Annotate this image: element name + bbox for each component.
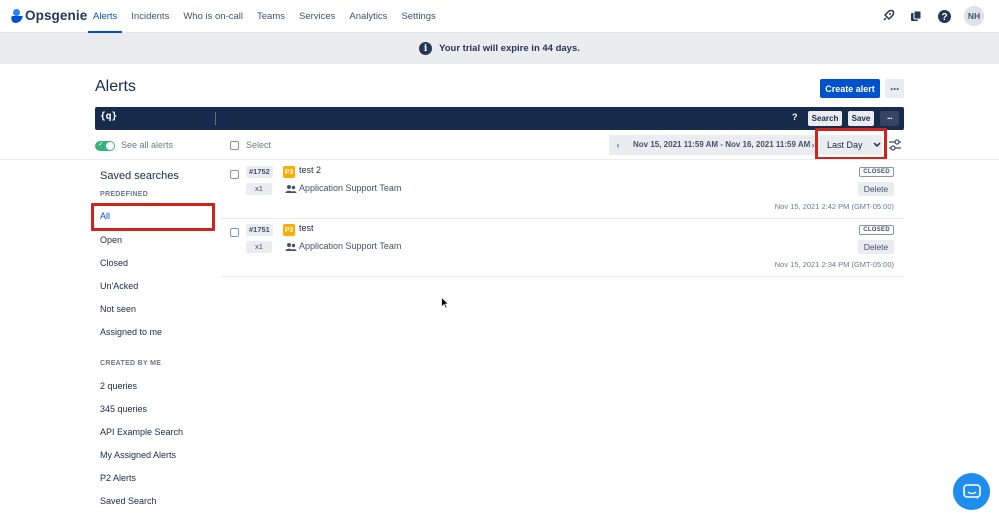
nav-links: Alerts Incidents Who is on-call Teams Se… — [88, 0, 445, 33]
trial-banner: i Your trial will expire in 44 days. — [0, 33, 999, 64]
alert-count: x1 — [246, 241, 272, 253]
alert-team: Application Support Team — [299, 183, 402, 193]
top-nav: Opsgenie Alerts Incidents Who is on-call… — [0, 0, 999, 33]
team-icon — [285, 243, 297, 251]
status-badge: CLOSED — [859, 225, 894, 235]
alert-checkbox[interactable] — [230, 228, 239, 237]
saved-search-p2-alerts[interactable]: P2 Alerts — [100, 473, 136, 483]
rocket-icon[interactable] — [878, 6, 898, 26]
query-icon: {q} — [100, 111, 118, 122]
nav-icons: ? NH — [878, 6, 984, 26]
nav-alerts[interactable]: Alerts — [88, 0, 123, 33]
status-badge: CLOSED — [859, 167, 894, 177]
check-icon: ✓ — [98, 141, 104, 148]
divider — [0, 159, 999, 160]
svg-text:?: ? — [941, 12, 947, 23]
saved-search-2-queries[interactable]: 2 queries — [100, 381, 137, 391]
app-name: Opsgenie — [25, 8, 88, 23]
date-range-text: Nov 15, 2021 11:59 AM - Nov 16, 2021 11:… — [633, 140, 811, 149]
saved-search-closed[interactable]: Closed — [100, 258, 128, 268]
page-title: Alerts — [95, 78, 136, 95]
create-alert-button[interactable]: Create alert — [820, 79, 880, 98]
see-all-alerts-toggle[interactable]: ✓ — [95, 141, 115, 151]
search-cursor — [215, 112, 216, 125]
alert-checkbox[interactable] — [230, 170, 239, 179]
avatar[interactable]: NH — [964, 6, 984, 26]
saved-searches-title: Saved searches — [100, 170, 179, 182]
date-range-picker[interactable]: ‹ Nov 15, 2021 11:59 AM - Nov 16, 2021 1… — [609, 135, 821, 155]
alert-id[interactable]: #1752 — [246, 166, 273, 178]
saved-search-assigned-to-me[interactable]: Assigned to me — [100, 327, 162, 337]
delete-button[interactable]: Delete — [858, 240, 894, 254]
alert-team: Application Support Team — [299, 241, 402, 251]
alert-time: Nov 15, 2021 2:42 PM (GMT-05:00) — [774, 202, 894, 211]
filter-settings-icon[interactable] — [886, 135, 904, 155]
alert-search-bar[interactable]: {q} ? Search Save ··· — [95, 107, 904, 130]
saved-search-api-example[interactable]: API Example Search — [100, 427, 183, 437]
chat-icon[interactable] — [953, 473, 990, 510]
saved-search-unacked[interactable]: Un'Acked — [100, 281, 138, 291]
nav-who-is-on-call[interactable]: Who is on-call — [178, 0, 248, 33]
nav-settings[interactable]: Settings — [396, 0, 440, 33]
search-button[interactable]: Search — [808, 111, 842, 126]
opsgenie-logo-icon — [10, 8, 23, 23]
banner-text: Your trial will expire in 44 days. — [439, 43, 580, 54]
nav-teams[interactable]: Teams — [252, 0, 290, 33]
nav-analytics[interactable]: Analytics — [344, 0, 392, 33]
search-more-button[interactable]: ··· — [880, 111, 899, 126]
more-actions-button[interactable]: ··· — [885, 79, 904, 98]
saved-search-my-assigned[interactable]: My Assigned Alerts — [100, 450, 176, 460]
saved-search-saved-search[interactable]: Saved Search — [100, 496, 157, 506]
query-help-button[interactable]: ? — [792, 112, 798, 122]
nav-incidents[interactable]: Incidents — [126, 0, 174, 33]
app-switcher-icon[interactable] — [906, 6, 926, 26]
highlight-box-period — [815, 128, 887, 160]
info-icon: i — [419, 42, 433, 55]
saved-search-open[interactable]: Open — [100, 235, 122, 245]
opsgenie-logo[interactable]: Opsgenie — [10, 8, 88, 23]
alert-count: x1 — [246, 183, 272, 195]
alert-message[interactable]: test — [299, 223, 314, 233]
see-all-alerts-label: See all alerts — [121, 140, 174, 150]
alert-id[interactable]: #1751 — [246, 224, 273, 236]
alert-row[interactable]: #1752 x1 P3 test 2 Application Support T… — [221, 161, 904, 219]
delete-button[interactable]: Delete — [858, 182, 894, 196]
alert-time: Nov 15, 2021 2:34 PM (GMT-05:00) — [774, 260, 894, 269]
mouse-cursor-icon — [441, 297, 449, 309]
created-by-me-label: CREATED BY ME — [100, 360, 162, 367]
priority-badge: P3 — [283, 224, 295, 236]
saved-search-345-queries[interactable]: 345 queries — [100, 404, 147, 414]
select-label: Select — [246, 140, 272, 150]
save-search-button[interactable]: Save — [848, 111, 874, 126]
saved-search-not-seen[interactable]: Not seen — [100, 304, 136, 314]
select-all-checkbox[interactable] — [230, 141, 239, 150]
help-icon[interactable]: ? — [934, 6, 954, 26]
alert-message[interactable]: test 2 — [299, 165, 321, 175]
date-prev-button[interactable]: ‹ — [609, 135, 627, 155]
team-icon — [285, 185, 297, 193]
priority-badge: P3 — [283, 166, 295, 178]
highlight-box-all — [91, 203, 215, 231]
predefined-label: PREDEFINED — [100, 191, 149, 198]
nav-services[interactable]: Services — [294, 0, 340, 33]
alert-row[interactable]: #1751 x1 P3 test Application Support Tea… — [221, 219, 904, 277]
